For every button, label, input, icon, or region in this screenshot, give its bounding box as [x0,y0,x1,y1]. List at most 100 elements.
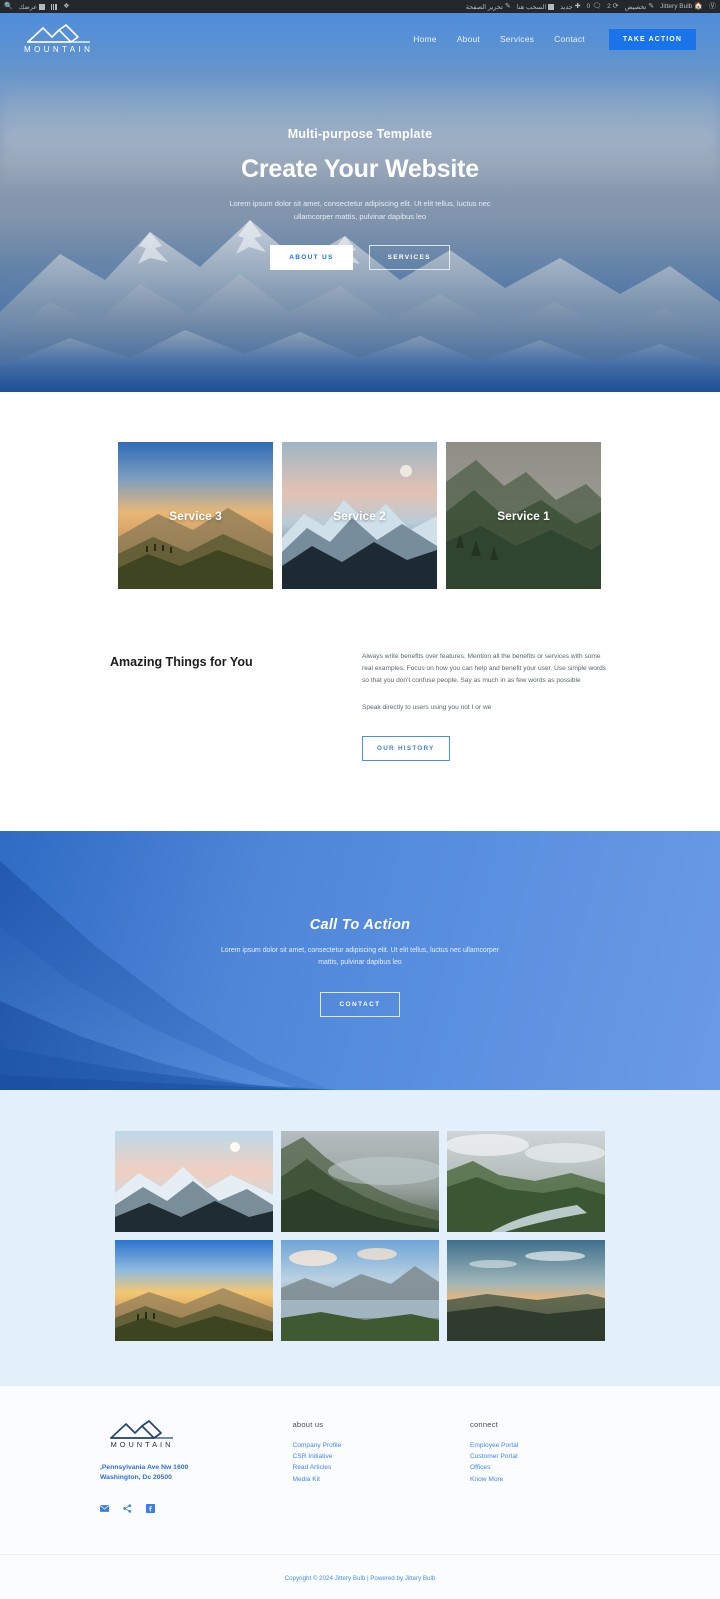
service-label: Service 2 [333,508,386,523]
hero-title: Create Your Website [241,155,479,183]
services-button[interactable]: SERVICES [368,245,450,271]
search-menu[interactable]: 🔍 [4,3,13,10]
benefits-section: Always write benefits over features. Men… [110,589,610,831]
footer-about-title: about us [292,1419,324,1429]
gallery-item[interactable] [281,1130,439,1232]
footer-link-company-profile[interactable]: Company Profile [293,1440,443,1451]
take-action-button[interactable]: TAKE ACTION [608,28,696,50]
benefits-paragraph-1: Always write benefits over features. Men… [362,653,607,685]
gallery-item[interactable] [447,1239,605,1341]
new-label: جديد [560,3,573,11]
address-line-1: Pennsylvania Ave Nw 1600, [100,1463,189,1471]
gallery-image-3 [447,1130,605,1232]
gallery-image-4 [115,1239,273,1341]
drag-here-label: السحب هنا [516,3,547,11]
site-name-menu[interactable]: 🏠 Jittery Bulb [660,3,703,10]
comments-menu[interactable]: 🗨 0 [587,3,602,10]
footer-address: Pennsylvania Ave Nw 1600, Washington, Dc… [100,1463,265,1484]
home-icon: 🏠 [694,3,703,10]
gallery-grid [115,1130,605,1341]
footer-bottom-bar: Copyright © 2024 Jittery Bulb | Powered … [0,1553,720,1599]
gallery-item[interactable] [447,1130,605,1232]
main-navigation: TAKE ACTION Contact Services About Home … [0,23,720,55]
wordpress-logo-menu[interactable]: Ⓥ [709,3,716,10]
search-icon: 🔍 [4,3,13,10]
site-footer: connect Employee Portal Customer Portal … [0,1385,720,1599]
nav-link-home[interactable]: Home [403,34,446,44]
about-us-button[interactable]: ABOUT US [270,245,353,271]
drag-here-menu[interactable]: السحب هنا [516,3,555,11]
comments-icon: 🗨 [592,3,602,10]
services-grid: Service 3 Service 2 Service 1 [118,442,602,589]
comments-count: 0 [586,3,591,10]
address-line-2: Washington, Dc 20500 [100,1474,172,1482]
view-menu[interactable]: عرضك [19,3,46,11]
footer-link-customer-portal[interactable]: Customer Portal [470,1451,620,1462]
footer-connect-title: connect [470,1419,498,1429]
gallery-item[interactable] [281,1239,439,1341]
service-card[interactable]: Service 1 [446,442,601,589]
share-menu[interactable]: ❖ [63,3,69,10]
our-history-button[interactable]: OUR HISTORY [362,735,450,761]
gallery-section [0,1089,720,1386]
nav-links-group: TAKE ACTION Contact Services About Home [403,28,696,50]
customize-label: تخصيص [624,3,647,11]
updates-icon: ⟳ [612,3,619,10]
mountain-logo-icon [26,24,90,43]
edit-page-label: تحرير الصفحة [465,3,503,11]
stats-icon [51,3,58,10]
gallery-item[interactable] [115,1239,273,1341]
site-name-label: Jittery Bulb [660,3,693,10]
updates-menu[interactable]: ⟳ 2 [607,3,619,10]
footer-link-csr-initiative[interactable]: CSR Initiative [293,1451,443,1462]
contact-button[interactable]: CONTACT [320,991,400,1017]
footer-link-offices[interactable]: Offices [470,1462,620,1473]
footer-link-read-articles[interactable]: Read Articles [293,1462,443,1473]
footer-link-employee-portal[interactable]: Employee Portal [470,1440,620,1451]
gallery-image-6 [447,1239,605,1341]
hero-buttons: ABOUT US SERVICES [0,245,720,271]
footer-columns: connect Employee Portal Customer Portal … [100,1420,620,1518]
gallery-item[interactable] [115,1130,273,1232]
benefits-paragraph-2: Speak directly to users using you not I … [362,703,492,711]
edit-page-menu[interactable]: ✎ تحرير الصفحة [466,3,511,11]
logo-text: MOUNTAIN [24,45,94,54]
page-icon [548,3,555,10]
service-card[interactable]: Service 3 [118,442,273,589]
site-logo[interactable]: MOUNTAIN [24,24,93,54]
share-icon: ❖ [63,3,70,10]
mountain-logo-icon [110,1419,173,1439]
screen-icon [39,3,46,10]
hero-content: Multi-purpose Template Create Your Websi… [0,127,720,271]
wp-admin-bar: Ⓥ 🏠 Jittery Bulb ✎ تخصيص ⟳ 2 🗨 0 ✚ جديد … [0,0,720,13]
pencil-icon: ✎ [648,3,655,10]
benefits-text-column: Always write benefits over features. Men… [362,651,610,761]
services-section: Service 3 Service 2 Service 1 [0,392,720,589]
call-to-action-section: Call To Action Lorem ipsum dolor sit ame… [0,830,720,1090]
cta-content: Call To Action Lorem ipsum dolor sit ame… [0,831,720,1017]
plus-icon: ✚ [574,3,581,10]
customize-menu[interactable]: ✎ تخصيص [625,3,654,11]
footer-link-media-kit[interactable]: Media Kit [293,1474,443,1485]
updates-count: 2 [607,3,611,10]
gallery-image-1 [115,1130,273,1232]
admin-bar-right-group: Ⓥ 🏠 Jittery Bulb ✎ تخصيص ⟳ 2 🗨 0 ✚ جديد … [466,3,716,11]
service-card[interactable]: Service 2 [282,442,437,589]
footer-column-about: about us Company Profile CSR Initiative … [293,1420,443,1518]
footer-brand-column: MOUNTAIN Pennsylvania Ave Nw 1600, Washi… [100,1419,265,1518]
footer-link-know-more[interactable]: Know More [470,1474,620,1485]
copyright-text: Copyright © 2024 Jittery Bulb | Powered … [284,1574,436,1582]
nav-link-services[interactable]: Services [490,34,544,44]
edit-icon: ✎ [504,3,511,10]
service-label: Service 3 [169,508,222,523]
nav-link-about[interactable]: About [447,34,490,44]
new-content-menu[interactable]: ✚ جديد [560,3,581,11]
cta-title: Call To Action [309,916,411,933]
stats-menu[interactable] [51,3,58,10]
benefits-heading: Amazing Things for You [110,655,253,669]
footer-logo[interactable]: MOUNTAIN [100,1419,184,1449]
footer-logo-text: MOUNTAIN [110,1439,174,1449]
service-label: Service 1 [497,508,550,523]
nav-link-contact[interactable]: Contact [544,34,595,44]
hero-eyebrow: Multi-purpose Template [287,127,433,141]
